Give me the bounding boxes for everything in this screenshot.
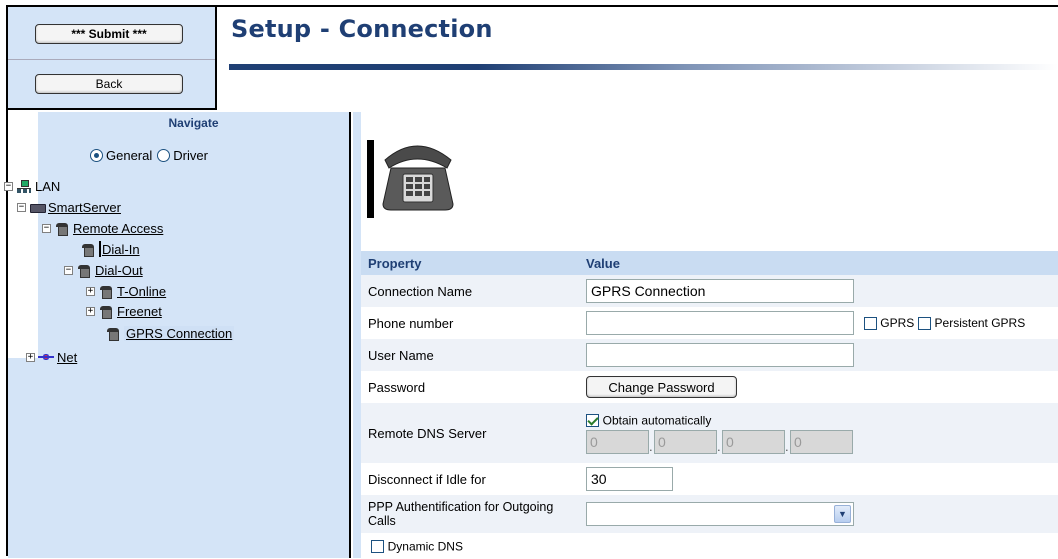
ppp-auth-select[interactable]: ▼	[586, 502, 854, 526]
phone-number-input[interactable]	[586, 311, 854, 335]
ppp-auth-label: PPP Authentification for Outgoing Calls	[361, 495, 579, 533]
tree-label-gprs-connection[interactable]: GPRS Connection	[124, 325, 235, 341]
phone-icon	[98, 305, 114, 319]
tree-item-t-online[interactable]: + T-Online	[86, 283, 166, 299]
table-header: Property Value	[361, 251, 1058, 275]
table-row: Phone number GPRS Persistent GPRS	[361, 307, 1058, 339]
page-frame: *** Submit *** Back Setup - Connection N…	[4, 5, 1058, 559]
dns-octet-2[interactable]: 0	[654, 430, 717, 455]
lan-icon	[16, 179, 32, 193]
disconnect-idle-label: Disconnect if Idle for	[361, 463, 579, 495]
title-underline	[229, 64, 1058, 70]
navigation-left-band	[8, 358, 38, 558]
radio-driver-label[interactable]: Driver	[173, 148, 208, 163]
obtain-automatically-checkbox[interactable]	[586, 413, 599, 427]
dns-octet-1[interactable]: 0	[586, 430, 649, 455]
change-password-button[interactable]: Change Password	[586, 376, 737, 398]
back-button[interactable]: Back	[35, 74, 183, 94]
divider	[8, 59, 215, 60]
dns-octet-4[interactable]: 0	[790, 430, 853, 455]
tree-label-lan[interactable]: LAN	[35, 179, 60, 194]
connection-name-input[interactable]	[586, 279, 854, 303]
collapse-icon[interactable]: −	[64, 265, 73, 275]
property-table: Property Value Connection Name Phone num…	[361, 251, 1058, 559]
gprs-checkbox[interactable]	[863, 316, 877, 330]
persistent-gprs-checkbox[interactable]	[917, 316, 931, 330]
table-row: Password Change Password	[361, 371, 1058, 403]
tree-label-net[interactable]: Net	[57, 350, 77, 365]
table-row: Disconnect if Idle for	[361, 463, 1058, 495]
navigation-title: Navigate	[168, 116, 219, 130]
content-left-band	[353, 112, 361, 558]
password-label: Password	[361, 371, 579, 403]
radio-driver[interactable]	[157, 149, 171, 162]
gprs-label: GPRS	[880, 316, 915, 330]
expand-icon[interactable]: +	[26, 352, 35, 362]
phone-icon	[80, 243, 96, 257]
phone-icon	[98, 285, 114, 299]
tree-item-smartserver[interactable]: − SmartServer	[17, 199, 121, 215]
table-row: Dynamic DNS	[361, 533, 1058, 559]
persistent-gprs-label: Persistent GPRS	[934, 316, 1026, 330]
radio-general[interactable]	[90, 149, 103, 162]
network-icon	[38, 351, 54, 364]
server-icon	[29, 201, 46, 214]
collapse-icon[interactable]: −	[4, 181, 13, 191]
tree-item-freenet[interactable]: + Freenet	[86, 303, 162, 319]
tree-item-gprs-connection[interactable]: GPRS Connection	[105, 325, 235, 341]
table-row: PPP Authentification for Outgoing Calls …	[361, 495, 1058, 533]
phone-number-label: Phone number	[361, 307, 579, 339]
disconnect-idle-input[interactable]	[586, 467, 673, 491]
navigation-panel: Navigate General Driver − LAN − SmartSer…	[4, 112, 351, 558]
navigation-background	[38, 358, 349, 558]
view-mode-radios: General Driver	[90, 148, 213, 163]
main-content: Property Value Connection Name Phone num…	[353, 112, 1058, 559]
connection-name-label: Connection Name	[361, 275, 579, 307]
telephone-icon	[367, 140, 454, 218]
tree-label-freenet[interactable]: Freenet	[117, 304, 162, 319]
phone-icon	[105, 327, 121, 341]
action-button-panel: *** Submit *** Back	[8, 7, 217, 110]
tree-label-remote-access[interactable]: Remote Access	[73, 221, 163, 236]
collapse-icon[interactable]: −	[42, 223, 51, 233]
table-row: User Name	[361, 339, 1058, 371]
phone-icon	[76, 264, 92, 278]
tree-label-smartserver[interactable]: SmartServer	[48, 200, 121, 215]
tree-item-remote-access[interactable]: − Remote Access	[42, 220, 163, 236]
column-header-value: Value	[579, 251, 1058, 275]
user-name-input[interactable]	[586, 343, 854, 367]
collapse-icon[interactable]: −	[17, 202, 26, 212]
column-header-property: Property	[361, 251, 579, 275]
obtain-automatically-label: Obtain automatically	[602, 413, 712, 428]
dynamic-dns-label: Dynamic DNS	[387, 539, 463, 554]
radio-general-label[interactable]: General	[106, 148, 152, 163]
dynamic-dns-checkbox[interactable]	[371, 540, 384, 554]
expand-icon[interactable]: +	[86, 286, 95, 296]
header: *** Submit *** Back Setup - Connection	[8, 7, 1058, 110]
tree-marker	[99, 241, 101, 257]
tree-label-dial-out[interactable]: Dial-Out	[95, 263, 143, 278]
tree-item-lan[interactable]: − LAN	[4, 178, 60, 194]
tree-label-dial-in[interactable]: Dial-In	[102, 242, 140, 257]
dns-octet-3[interactable]: 0	[722, 430, 785, 455]
tree-label-t-online[interactable]: T-Online	[117, 284, 166, 299]
expand-icon[interactable]: +	[86, 306, 95, 316]
dns-ip-fields: 0.0.0.0	[586, 430, 1058, 455]
phone-icon	[54, 222, 70, 236]
tree-item-net[interactable]: + Net	[26, 349, 77, 365]
submit-button[interactable]: *** Submit ***	[35, 24, 183, 44]
chevron-down-icon[interactable]: ▼	[834, 505, 851, 523]
table-row: Connection Name	[361, 275, 1058, 307]
tree-item-dial-in[interactable]: Dial-In	[80, 241, 140, 257]
table-row: Remote DNS Server Obtain automatically 0…	[361, 403, 1058, 463]
remote-dns-label: Remote DNS Server	[361, 403, 579, 463]
page-title: Setup - Connection	[231, 15, 493, 43]
tree-item-dial-out[interactable]: − Dial-Out	[64, 262, 143, 278]
user-name-label: User Name	[361, 339, 579, 371]
